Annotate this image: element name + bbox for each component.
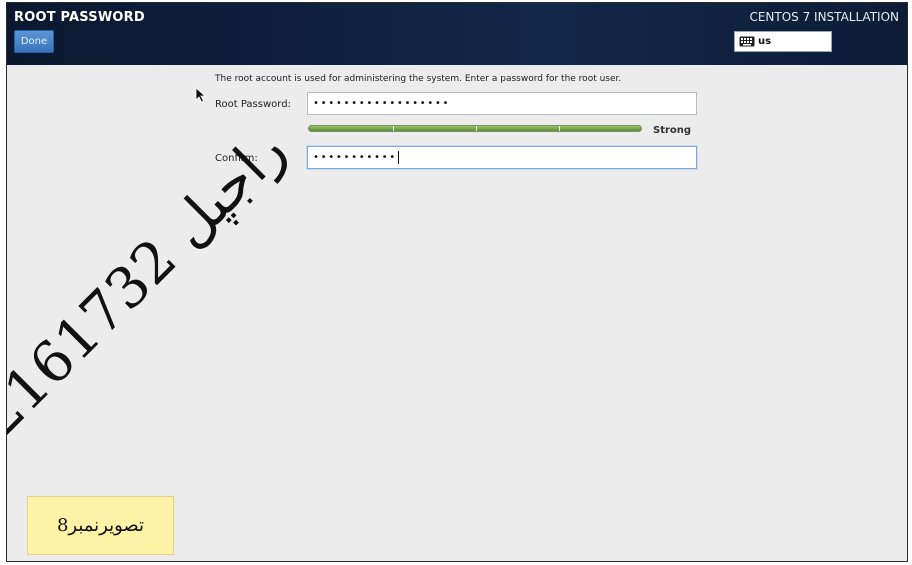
root-password-input[interactable]: •••••••••••••••••• (307, 92, 697, 115)
figure-caption: تصویرنمبر8 (27, 496, 174, 555)
confirm-password-input[interactable]: ••••••••••• (307, 146, 697, 169)
strength-tick (393, 126, 394, 131)
root-password-value: •••••••••••••••••• (313, 98, 451, 109)
strength-tick (476, 126, 477, 131)
installation-title: CENTOS 7 INSTALLATION (749, 10, 899, 24)
password-strength-fill (309, 126, 641, 131)
strength-tick (559, 126, 560, 131)
page-title: ROOT PASSWORD (14, 10, 145, 25)
password-strength-meter (308, 125, 642, 132)
confirm-password-value: ••••••••••• (313, 152, 397, 163)
done-button[interactable]: Done (14, 30, 54, 53)
text-caret (397, 150, 399, 164)
keyboard-icon (739, 36, 755, 47)
installer-window: ROOT PASSWORD Done CENTOS 7 INSTALLATION… (6, 2, 908, 562)
keyboard-layout-button[interactable]: us (734, 31, 832, 52)
watermark: 2161732 راجپل (6, 117, 299, 449)
mouse-pointer-icon (195, 87, 207, 103)
keyboard-layout-label: us (758, 36, 772, 47)
header-bar: ROOT PASSWORD Done CENTOS 7 INSTALLATION… (7, 3, 907, 65)
root-password-label: Root Password: (215, 99, 291, 110)
password-strength-label: Strong (653, 125, 692, 136)
intro-text: The root account is used for administeri… (215, 74, 622, 84)
